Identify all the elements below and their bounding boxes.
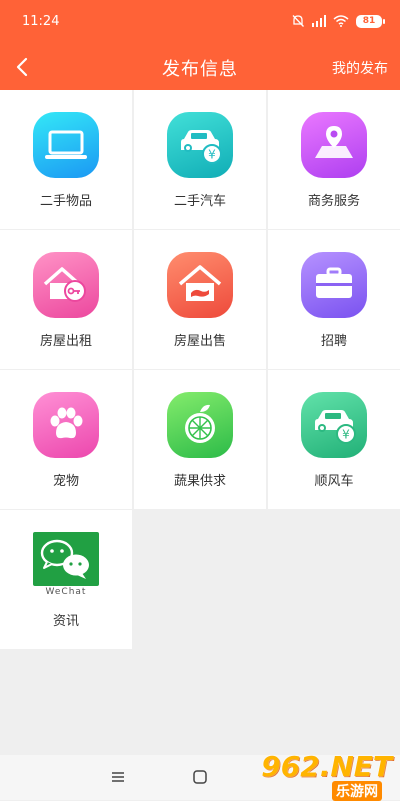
wechat-logo: WeChat	[33, 532, 99, 598]
car-yen-icon: ¥	[301, 392, 367, 458]
category-label: 蔬果供求	[173, 474, 226, 489]
status-time: 11:24	[22, 14, 60, 29]
category-item-used-cars[interactable]: ¥ 二手汽车	[134, 90, 266, 229]
category-label: 二手物品	[39, 194, 92, 209]
mute-icon	[292, 15, 304, 27]
house-key-icon	[33, 252, 99, 318]
menu-icon[interactable]	[109, 768, 127, 786]
title-bar: 发布信息 我的发布	[0, 44, 400, 90]
category-label: 二手汽车	[173, 194, 226, 209]
house-hand-icon	[167, 252, 233, 318]
category-label: 顺风车	[314, 474, 354, 489]
category-item-house-rent[interactable]: 房屋出租	[0, 230, 132, 369]
laptop-icon	[33, 112, 99, 178]
status-bar: 11:24 81	[0, 0, 400, 44]
paw-icon	[33, 392, 99, 458]
battery-icon: 81	[356, 14, 385, 28]
wechat-logo-text: WeChat	[45, 587, 87, 597]
map-pin-icon	[301, 112, 367, 178]
category-label: 房屋出售	[173, 334, 226, 349]
category-item-business-services[interactable]: 商务服务	[268, 90, 400, 229]
briefcase-icon	[301, 252, 367, 318]
category-label: 招聘	[320, 334, 347, 349]
watermark: 962.NET 乐游网	[260, 748, 400, 801]
svg-text:¥: ¥	[208, 148, 216, 162]
category-item-fruits-vegetables[interactable]: 蔬果供求	[134, 370, 266, 509]
watermark-subtext: 乐游网	[332, 781, 382, 801]
svg-text:¥: ¥	[342, 428, 350, 442]
category-label: 房屋出租	[39, 334, 92, 349]
my-publications-link[interactable]: 我的发布	[332, 58, 388, 78]
wifi-icon	[333, 15, 349, 27]
category-item-carpool[interactable]: ¥ 顺风车	[268, 370, 400, 509]
home-icon[interactable]	[191, 768, 209, 786]
fruit-icon	[167, 392, 233, 458]
category-label: 资讯	[52, 614, 79, 629]
category-item-house-sale[interactable]: 房屋出售	[134, 230, 266, 369]
category-label: 商务服务	[307, 194, 360, 209]
category-label: 宠物	[52, 474, 79, 489]
category-item-news[interactable]: WeChat 资讯	[0, 510, 132, 649]
signal-icon	[312, 15, 326, 27]
category-item-second-hand-goods[interactable]: 二手物品	[0, 90, 132, 229]
category-item-recruitment[interactable]: 招聘	[268, 230, 400, 369]
status-icons: 81	[291, 12, 385, 30]
category-item-pets[interactable]: 宠物	[0, 370, 132, 509]
watermark-logo-text: 962.NET	[261, 750, 392, 783]
car-yen-icon: ¥	[167, 112, 233, 178]
